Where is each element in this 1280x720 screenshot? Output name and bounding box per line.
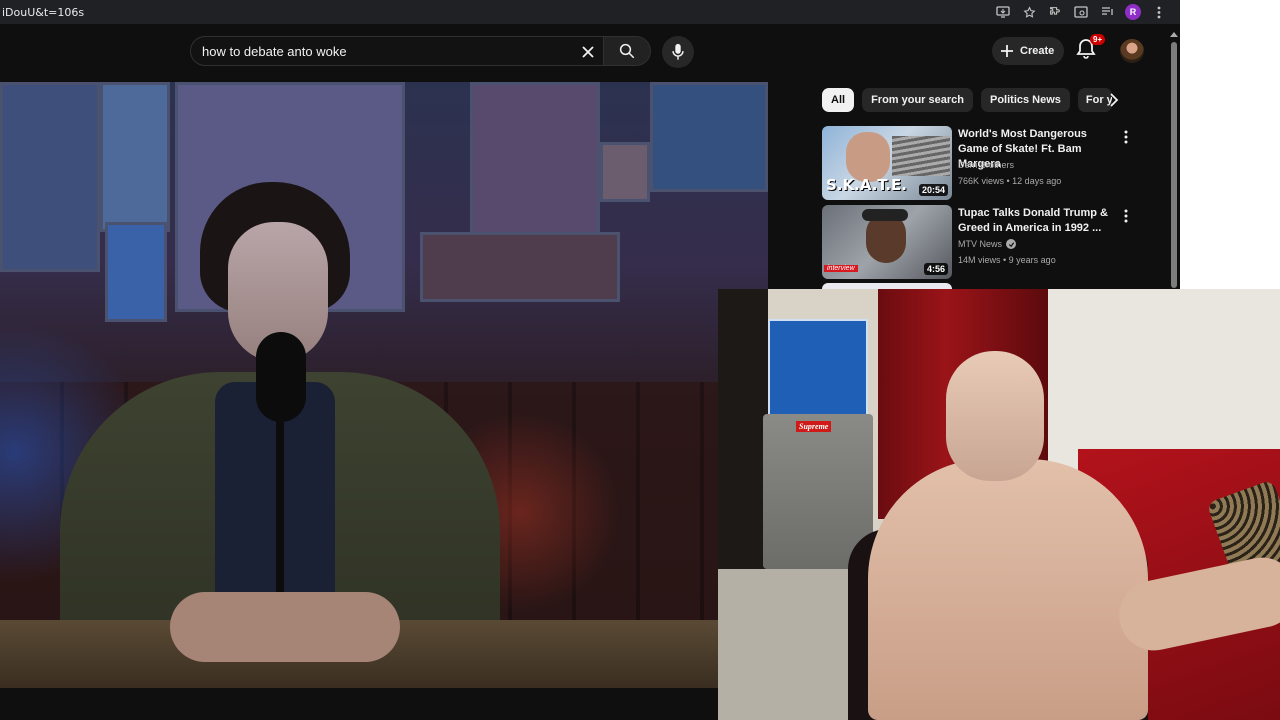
- chip-politics-news[interactable]: Politics News: [980, 88, 1070, 112]
- thumbnail-person: [846, 132, 890, 182]
- poster: [470, 82, 600, 237]
- search-icon: [619, 43, 635, 59]
- create-label: Create: [1020, 45, 1055, 57]
- star-icon[interactable]: [1016, 2, 1042, 22]
- poster: [105, 222, 167, 322]
- duration-badge: 20:54: [918, 184, 948, 196]
- video-background-wall: [0, 82, 768, 322]
- voice-search-button[interactable]: [662, 36, 694, 68]
- create-button[interactable]: Create: [992, 37, 1065, 65]
- search-input[interactable]: how to debate anto woke: [190, 36, 603, 66]
- clear-search-button[interactable]: [577, 41, 599, 63]
- recommendation-item[interactable]: S.K.A.T.E. 20:54 World's Most Dangerous …: [822, 126, 1168, 200]
- kebab-icon: [1124, 209, 1128, 223]
- mic-icon: [672, 43, 684, 60]
- browser-menu-kebab-icon[interactable]: [1146, 2, 1172, 22]
- thumbnail-label: interview: [824, 265, 858, 272]
- extensions-icon[interactable]: [1042, 2, 1068, 22]
- chips-next-button[interactable]: [1102, 88, 1126, 112]
- search-button[interactable]: [603, 36, 651, 66]
- channel-name[interactable]: MTV News: [958, 239, 1017, 249]
- scroll-up-arrow-icon[interactable]: [1170, 32, 1178, 37]
- thumbnail-bandana: [862, 209, 908, 221]
- duration-badge: 4:56: [923, 263, 948, 275]
- verified-icon: [1006, 239, 1017, 249]
- more-actions-button[interactable]: [1120, 207, 1132, 225]
- video-thumbnail[interactable]: interview 4:56: [822, 205, 952, 279]
- desktop-background: [1180, 0, 1280, 290]
- notifications-button[interactable]: 9+: [1076, 34, 1106, 64]
- poster: [420, 232, 620, 302]
- video-meta: 14M views • 9 years ago: [958, 255, 1056, 265]
- thumbnail-stairs: [892, 136, 950, 176]
- channel-name[interactable]: Dern Brothers: [958, 160, 1014, 170]
- close-icon: [582, 46, 594, 58]
- browser-toolbar: iDouU&t=106s R: [0, 0, 1180, 24]
- profile-avatar[interactable]: R: [1120, 2, 1146, 22]
- page-background: [0, 688, 718, 720]
- webcam-person-head: [946, 351, 1044, 481]
- notification-count-badge: 9+: [1090, 34, 1106, 45]
- more-actions-button[interactable]: [1120, 128, 1132, 146]
- microphone: [256, 332, 306, 422]
- poster: [600, 142, 650, 202]
- filter-chips: All From your search Politics News For y: [822, 88, 1112, 112]
- webcam-person-torso: [868, 459, 1148, 720]
- chip-from-your-search[interactable]: From your search: [862, 88, 973, 112]
- browser-actions: R: [990, 2, 1172, 22]
- search-query-text: how to debate anto woke: [202, 44, 347, 59]
- supreme-sticker: Supreme: [796, 421, 832, 432]
- scrollbar-thumb[interactable]: [1171, 42, 1177, 288]
- youtube-header: how to debate anto woke Create 9+: [0, 24, 1180, 80]
- tab-search-icon[interactable]: [1068, 2, 1094, 22]
- video-title[interactable]: Tupac Talks Donald Trump & Greed in Amer…: [958, 206, 1114, 236]
- address-bar-text[interactable]: iDouU&t=106s: [0, 6, 84, 19]
- media-controls-icon[interactable]: [1094, 2, 1120, 22]
- chevron-right-icon: [1110, 93, 1119, 107]
- webcam-overlay: Supreme: [718, 289, 1280, 720]
- video-player[interactable]: [0, 82, 768, 688]
- poster: [650, 82, 768, 192]
- chip-all[interactable]: All: [822, 88, 855, 112]
- thumbnail-text: S.K.A.T.E.: [826, 176, 908, 194]
- video-meta: 766K views • 12 days ago: [958, 176, 1062, 186]
- kebab-icon: [1124, 130, 1128, 144]
- recommendation-item[interactable]: interview 4:56 Tupac Talks Donald Trump …: [822, 205, 1168, 279]
- poster: [100, 82, 170, 232]
- install-app-icon[interactable]: [990, 2, 1016, 22]
- video-thumbnail[interactable]: S.K.A.T.E. 20:54: [822, 126, 952, 200]
- webcam-boxes: [768, 319, 868, 419]
- poster: [0, 82, 100, 272]
- channel-name-text: MTV News: [958, 239, 1003, 249]
- speaker-hands: [170, 592, 400, 662]
- account-avatar[interactable]: [1120, 39, 1144, 63]
- plus-icon: [1001, 45, 1013, 57]
- page-scrollbar[interactable]: [1168, 30, 1180, 290]
- channel-name-text: Dern Brothers: [958, 160, 1015, 170]
